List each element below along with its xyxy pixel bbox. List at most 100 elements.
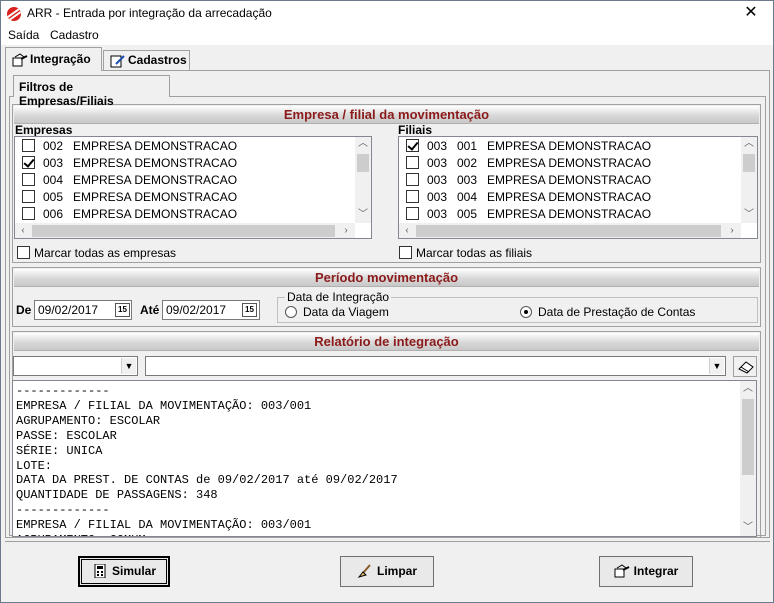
marcar-todas-filiais[interactable]: Marcar todas as filiais [399,244,532,260]
empresas-row[interactable]: 004 EMPRESA DEMONSTRACAO [15,171,355,188]
marcar-filiais-checkbox[interactable] [399,246,412,259]
empresas-code: 004 [43,173,64,187]
scroll-thumb[interactable] [357,154,369,172]
filiais-name: EMPRESA DEMONSTRACAO [487,190,652,204]
relatorio-line: ------------- [16,384,110,398]
simular-button[interactable]: Simular [78,556,170,587]
filiais-emp: 003 [427,190,448,204]
relatorio-text-area[interactable]: ------------- EMPRESA / FILIAL DA MOVIMEN… [12,380,757,537]
empresas-name: EMPRESA DEMONSTRACAO [73,207,238,221]
filiais-hscroll[interactable]: ‹ › [399,223,741,238]
scroll-up-icon[interactable]: ︿ [742,383,754,395]
tab-integracao-label: Integração [30,52,91,66]
data-integracao-legend: Data de Integração [285,290,392,304]
empresas-code: 003 [43,156,64,170]
filiais-checkbox[interactable] [406,156,419,169]
scroll-left-icon[interactable]: ‹ [402,225,412,237]
scroll-down-icon[interactable]: ﹀ [742,522,754,534]
ate-label: Até [140,303,160,317]
scroll-thumb[interactable] [416,225,721,237]
empresas-checkbox[interactable] [22,207,35,220]
scroll-right-icon[interactable]: › [341,225,351,237]
filiais-checkbox[interactable] [406,139,419,152]
subtab-filtros[interactable]: Filtros de Empresas/Filiais [13,75,170,108]
scroll-left-icon[interactable]: ‹ [18,225,28,237]
filiais-code: 005 [457,207,478,221]
divider [5,541,770,542]
empresas-row[interactable]: 005 EMPRESA DEMONSTRACAO [15,188,355,205]
empresas-checkbox[interactable] [22,156,35,169]
eraser-icon [738,361,754,374]
relatorio-line: QUANTIDADE DE PASSAGENS: 348 [16,488,218,503]
filiais-row[interactable]: 003 004 EMPRESA DEMONSTRACAO [399,188,739,205]
empresas-row[interactable]: 002 EMPRESA DEMONSTRACAO [15,137,355,154]
radio-data-prestacao[interactable] [520,306,532,318]
empresas-hscroll[interactable]: ‹ › [15,223,355,238]
empresas-name: EMPRESA DEMONSTRACAO [73,139,238,153]
de-date-value: 09/02/2017 [38,303,99,317]
menu-cadastro[interactable]: Cadastro [50,28,99,42]
relatorio-filter-combo-2[interactable]: ▼ [145,356,726,376]
radio-data-viagem-label: Data da Viagem [303,305,389,319]
scroll-up-icon[interactable]: ︿ [357,138,369,150]
empresas-code: 002 [43,139,64,153]
filiais-vscroll[interactable]: ︿ ﹀ [741,137,757,223]
de-label: De [16,303,32,317]
filiais-emp: 003 [427,173,448,187]
filiais-row[interactable]: 003 005 EMPRESA DEMONSTRACAO [399,205,739,222]
tab-integracao[interactable]: Integração [5,47,102,71]
filiais-code: 002 [457,156,478,170]
empresas-vscroll[interactable]: ︿ ﹀ [355,137,371,223]
marcar-empresas-checkbox[interactable] [17,246,30,259]
radio-data-viagem[interactable] [285,306,297,318]
relatorio-vscroll[interactable]: ︿ ﹀ [740,381,756,536]
filiais-emp: 003 [427,156,448,170]
filiais-name: EMPRESA DEMONSTRACAO [487,173,652,187]
scroll-thumb[interactable] [742,399,754,475]
tab-cadastros[interactable]: Cadastros [103,50,190,70]
scroll-down-icon[interactable]: ﹀ [743,209,755,221]
empresas-checkbox[interactable] [22,173,35,186]
filiais-row[interactable]: 003 001 EMPRESA DEMONSTRACAO [399,137,739,154]
relatorio-line: ------------- [16,503,110,518]
scroll-thumb[interactable] [32,225,335,237]
scroll-up-icon[interactable]: ︿ [743,138,755,150]
integration-icon [614,564,630,578]
scroll-right-icon[interactable]: › [727,225,737,237]
empresas-row[interactable]: 003 EMPRESA DEMONSTRACAO [15,154,355,171]
chevron-down-icon[interactable]: ▼ [709,358,724,374]
empresa-filial-title: Empresa / filial da movimentação [14,106,759,124]
filiais-emp: 003 [427,139,448,153]
filiais-checkbox[interactable] [406,190,419,203]
filiais-checkbox[interactable] [406,207,419,220]
integrar-button[interactable]: Integrar [599,556,693,587]
empresas-checkbox[interactable] [22,139,35,152]
filiais-row[interactable]: 003 003 EMPRESA DEMONSTRACAO [399,171,739,188]
marcar-todas-empresas[interactable]: Marcar todas as empresas [17,244,176,260]
relatorio-filter-combo-1[interactable]: ▼ [13,356,138,376]
empresas-label: Empresas [15,123,73,137]
filiais-name: EMPRESA DEMONSTRACAO [487,156,652,170]
integration-icon [12,53,28,67]
empresas-name: EMPRESA DEMONSTRACAO [73,190,238,204]
calendar-icon[interactable]: 15 [115,303,130,317]
empresas-checkbox[interactable] [22,190,35,203]
relatorio-title: Relatório de integração [14,333,759,351]
eraser-button[interactable] [733,356,757,377]
chevron-down-icon[interactable]: ▼ [121,358,136,374]
close-icon[interactable]: ✕ [737,3,765,23]
relatorio-line: SÉRIE: UNICA [16,443,103,458]
filiais-row[interactable]: 003 002 EMPRESA DEMONSTRACAO [399,154,739,171]
relatorio-line: LOTE: [16,458,53,473]
relatorio-line: EMPRESA / FILIAL DA MOVIMENTAÇÃO: 003/00… [16,518,312,533]
scroll-thumb[interactable] [743,154,755,172]
filiais-checkbox[interactable] [406,173,419,186]
scroll-down-icon[interactable]: ﹀ [357,209,369,221]
integrar-label: Integrar [633,564,679,578]
menu-saida[interactable]: Saída [8,28,39,42]
calendar-icon[interactable]: 15 [242,303,257,317]
marcar-filiais-label: Marcar todas as filiais [416,246,533,260]
empresas-row[interactable]: 006 EMPRESA DEMONSTRACAO [15,205,355,222]
periodo-title: Período movimentação [14,269,759,287]
limpar-button[interactable]: Limpar [340,556,434,587]
